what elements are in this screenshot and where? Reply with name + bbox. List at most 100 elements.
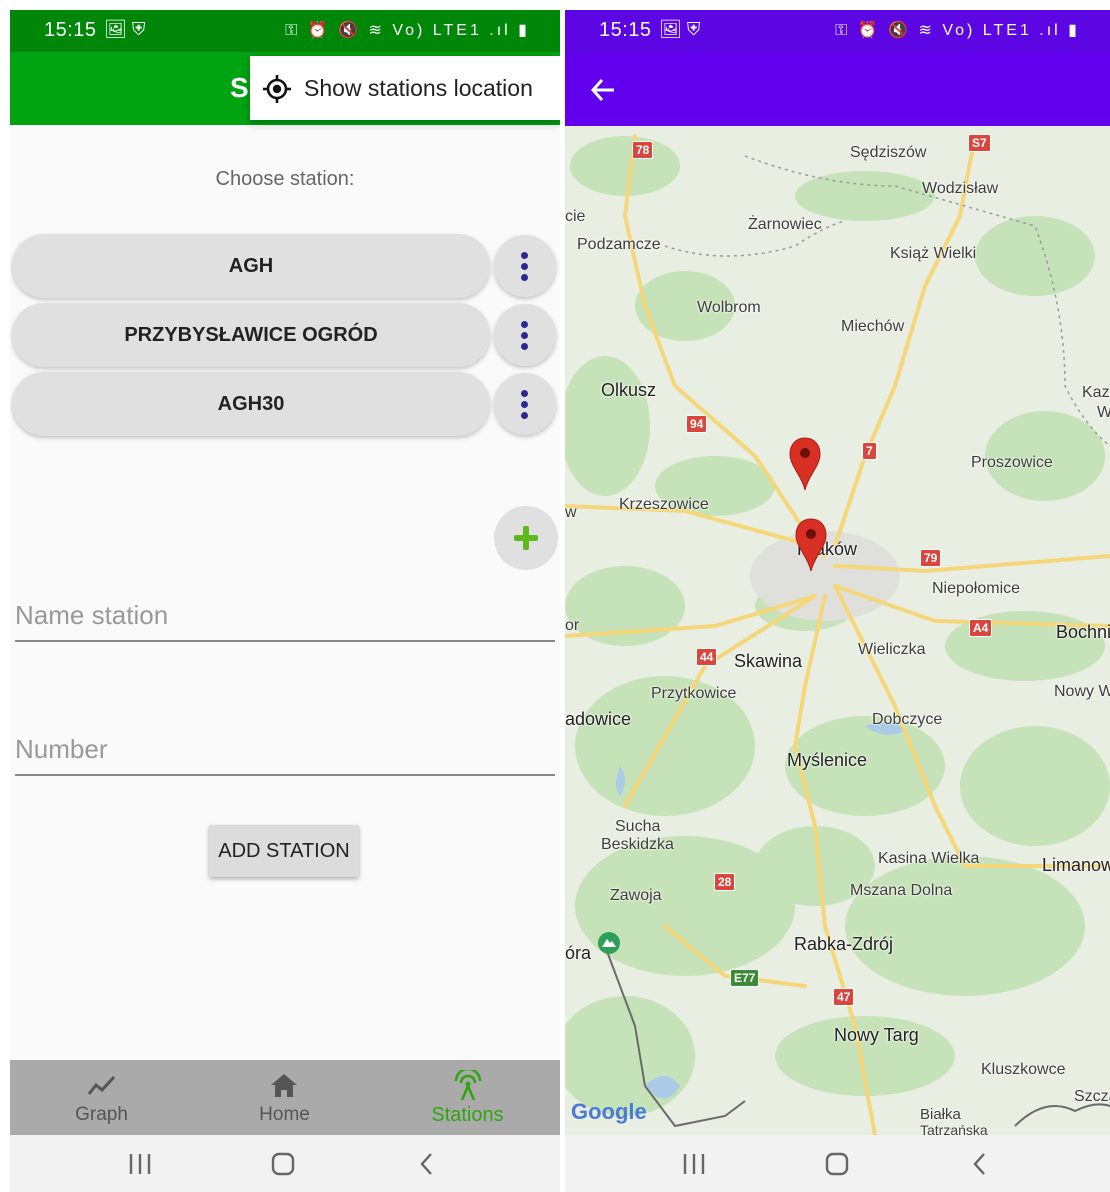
map-label: Nowy Targ <box>834 1025 919 1045</box>
system-navigation-bar <box>10 1135 560 1192</box>
station-more-button[interactable] <box>494 235 556 297</box>
station-more-button[interactable] <box>494 373 556 435</box>
map-label: Szcza <box>1074 1088 1110 1105</box>
antenna-icon <box>454 1070 482 1100</box>
map-label: Bochni <box>1056 622 1110 642</box>
bottom-navigation: Graph Home Stations <box>10 1060 560 1135</box>
google-logo: Google <box>571 1099 647 1124</box>
nav-item-home[interactable]: Home <box>193 1060 376 1135</box>
road-shield: A4 <box>969 619 993 637</box>
system-navigation-bar <box>565 1135 1110 1192</box>
map-view[interactable]: Sędziszów Wodzisław cie Żarnowiec Podzam… <box>565 126 1110 1135</box>
station-button-przybyslawice[interactable]: PRZYBYSŁAWICE OGRÓD <box>12 303 490 367</box>
map-label: Tatrzańska <box>920 1122 988 1135</box>
map-label: Miechów <box>841 318 905 335</box>
map-label: Kasina Wielka <box>878 850 980 867</box>
app-bar <box>565 52 1110 126</box>
map-label: adowice <box>565 709 632 729</box>
stations-screen: 15:15 🖼 ⛨ ⚿ ⏰ 🔇 ≋ Vo) LTE1 .ıl ▮ S Show … <box>10 10 560 1192</box>
road-shield: 79 <box>920 549 942 567</box>
name-station-input[interactable] <box>15 592 555 638</box>
station-marker-icon[interactable] <box>788 436 822 492</box>
map-label: Skawina <box>734 651 803 671</box>
choose-station-label: Choose station: <box>215 168 355 190</box>
map-label: w <box>565 504 577 521</box>
map-label: Nowy W <box>1054 683 1110 700</box>
map-label: Rabka-Zdrój <box>794 934 894 954</box>
chart-line-icon <box>87 1075 116 1095</box>
map-label: Książ Wielki <box>890 245 977 262</box>
road-shield: 28 <box>714 873 736 891</box>
road-shield: 94 <box>686 415 708 433</box>
road-shield: E77 <box>730 969 760 987</box>
status-notification-icons: 🖼 ⛨ <box>659 19 701 39</box>
map-label: Niepołomice <box>932 580 1021 597</box>
road-shield: 7 <box>862 442 877 460</box>
recent-apps-icon[interactable] <box>679 1151 709 1177</box>
station-button-agh30[interactable]: AGH30 <box>12 372 490 436</box>
number-input[interactable] <box>15 726 555 772</box>
map-label: Zawoja <box>610 887 662 904</box>
map-label: Sędziszów <box>850 144 927 161</box>
status-time: 15:15 <box>44 19 97 41</box>
map-label: Wolbrom <box>697 299 761 316</box>
mountain-poi-icon[interactable] <box>595 931 623 959</box>
map-label: Mszana Dolna <box>850 882 953 899</box>
map-label: Wodzisław <box>922 180 999 197</box>
show-stations-location-label: Show stations location <box>304 75 533 101</box>
nav-label-graph: Graph <box>75 1104 128 1125</box>
nav-item-graph[interactable]: Graph <box>10 1060 193 1135</box>
road-shield: 47 <box>833 988 855 1006</box>
map-screen: 15:15 🖼 ⛨ ⚿ ⏰ 🔇 ≋ Vo) LTE1 .ıl ▮ Sędzisz… <box>565 10 1110 1192</box>
station-more-button[interactable] <box>494 304 556 366</box>
app-title: S <box>230 72 249 103</box>
map-label: Proszowice <box>971 454 1053 471</box>
status-bar: 15:15 🖼 ⛨ ⚿ ⏰ 🔇 ≋ Vo) LTE1 .ıl ▮ <box>10 10 560 52</box>
arrow-back-icon[interactable] <box>589 76 617 104</box>
map-label: cie <box>565 208 586 225</box>
map-label: Myślenice <box>787 750 868 770</box>
name-station-field <box>15 592 555 642</box>
map-label: Białka <box>920 1106 961 1123</box>
location-target-icon <box>263 75 291 103</box>
map-label: or <box>565 617 580 634</box>
map-label: Żarnowiec <box>748 216 822 233</box>
map-label: Kluszkowce <box>981 1061 1066 1078</box>
map-label: óra <box>565 943 592 963</box>
overflow-menu-popup: Show stations location <box>250 56 560 120</box>
map-label: Krzeszowice <box>619 496 709 513</box>
map-label: Podzamcze <box>577 236 661 253</box>
back-button-icon[interactable] <box>412 1151 442 1177</box>
number-field <box>15 726 555 776</box>
status-time: 15:15 <box>599 19 652 41</box>
map-label: Przytkowice <box>651 685 737 702</box>
back-button-icon[interactable] <box>965 1151 995 1177</box>
road-shield: 78 <box>632 141 654 159</box>
station-marker-icon[interactable] <box>794 517 828 573</box>
map-label: Sucha <box>615 818 661 835</box>
home-button-icon[interactable] <box>822 1151 852 1177</box>
add-station-fab[interactable] <box>494 506 558 570</box>
map-label: Dobczyce <box>872 711 943 728</box>
status-notification-icons: 🖼 ⛨ <box>104 19 146 39</box>
map-terrain <box>565 126 1110 1135</box>
home-button-icon[interactable] <box>268 1151 298 1177</box>
map-label: Limanow <box>1042 855 1110 875</box>
nav-label-stations: Stations <box>431 1104 504 1126</box>
status-system-icons: ⚿ ⏰ 🔇 ≋ Vo) LTE1 .ıl ▮ <box>285 22 530 39</box>
map-label: Wieliczka <box>858 641 926 658</box>
map-label: Kaz <box>1082 384 1110 401</box>
add-station-button[interactable]: ADD STATION <box>209 825 359 877</box>
home-icon <box>271 1074 297 1097</box>
status-bar: 15:15 🖼 ⛨ ⚿ ⏰ 🔇 ≋ Vo) LTE1 .ıl ▮ <box>565 10 1110 52</box>
nav-item-stations[interactable]: Stations <box>376 1060 559 1135</box>
nav-label-home: Home <box>259 1104 310 1125</box>
recent-apps-icon[interactable] <box>125 1151 155 1177</box>
map-label: W <box>1097 404 1110 421</box>
map-label: Beskidzka <box>601 836 674 853</box>
road-shield: S7 <box>968 134 991 152</box>
road-shield: 44 <box>696 648 718 666</box>
map-label: Olkusz <box>601 380 657 400</box>
station-button-agh[interactable]: AGH <box>12 234 490 298</box>
status-system-icons: ⚿ ⏰ 🔇 ≋ Vo) LTE1 .ıl ▮ <box>835 22 1080 39</box>
